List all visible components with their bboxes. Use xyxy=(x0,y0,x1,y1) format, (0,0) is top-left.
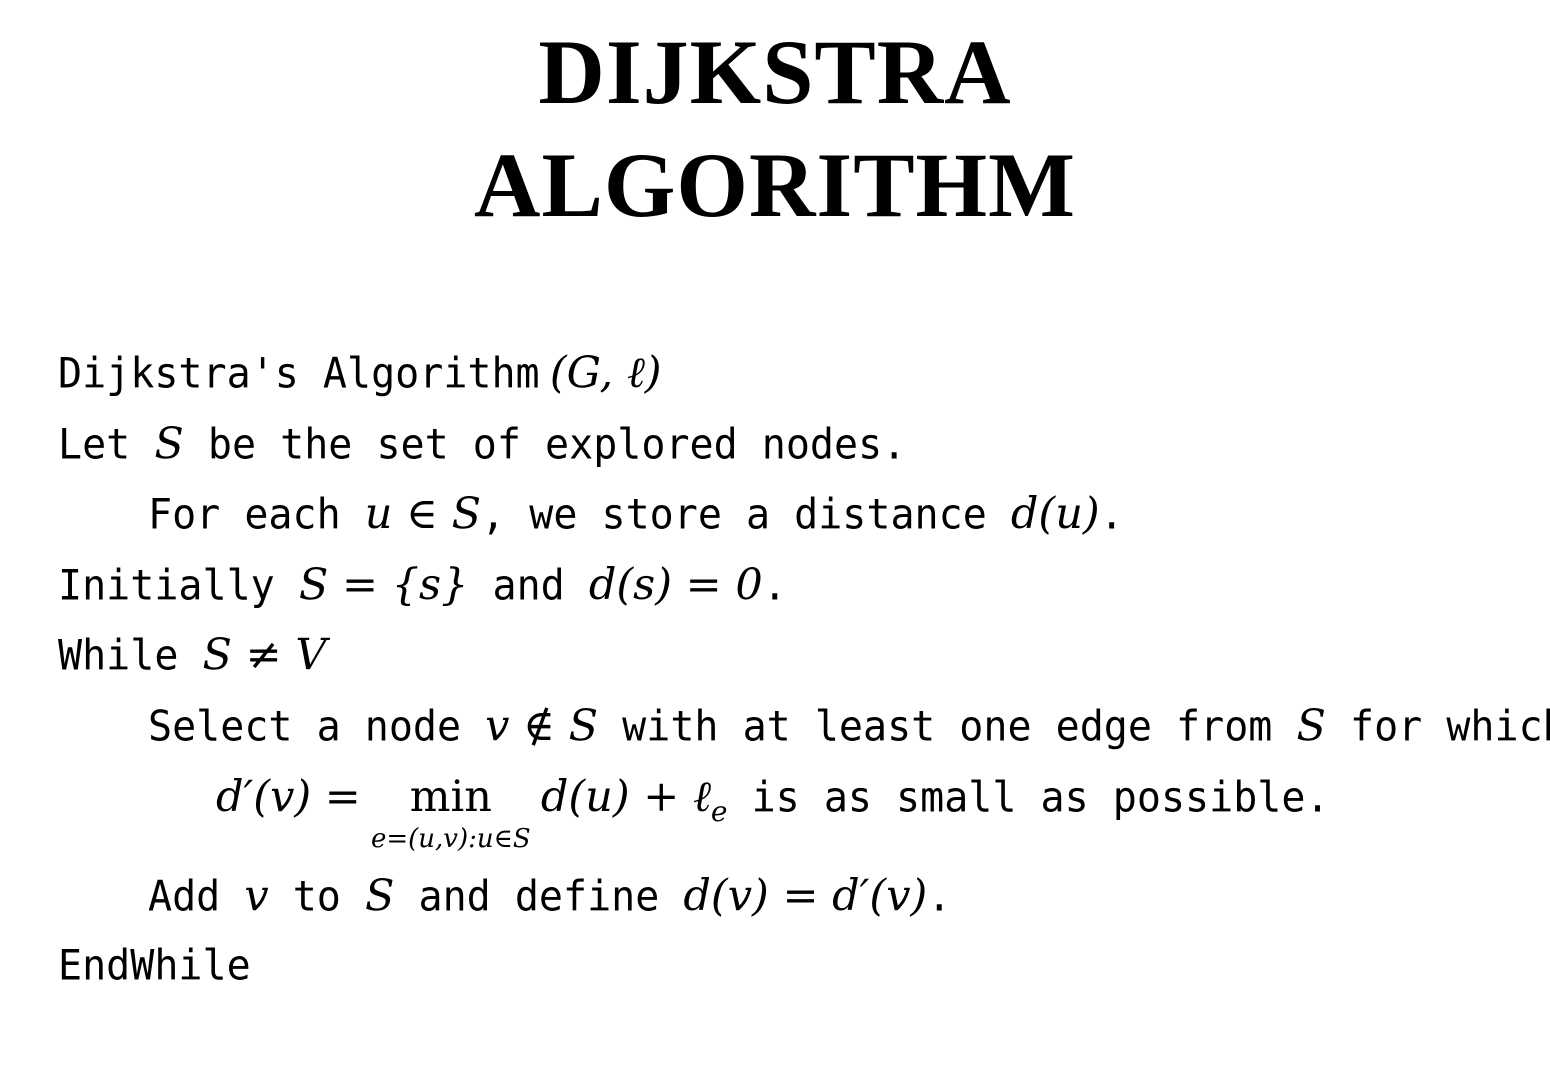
title-line-1: DIJKSTRA xyxy=(538,21,1012,123)
math: u ∈ S xyxy=(364,489,482,539)
text: and xyxy=(468,561,589,611)
math: S xyxy=(1296,701,1326,751)
min-text: min xyxy=(409,772,492,822)
header-math: (G, ℓ) xyxy=(549,348,662,398)
footer-text: EndWhile xyxy=(58,941,251,991)
math: v ∉ S xyxy=(485,701,599,751)
text: While xyxy=(58,631,203,681)
line-store-distance: For each u ∈ S, we store a distance d(u)… xyxy=(148,490,1124,540)
min-operator: min e=(u,v):u∈S xyxy=(361,776,541,853)
text: For each xyxy=(148,490,365,540)
algorithm-header: Dijkstra's Algorithm (G, ℓ) xyxy=(58,349,662,399)
text: . xyxy=(927,872,952,922)
math: d(u) + ℓ xyxy=(540,772,711,822)
line-min-formula: d′(v) = min e=(u,v):u∈S d(u) + ℓe is as sma… xyxy=(216,773,1330,853)
line-initially: Initially S = {s} and d(s) = 0. xyxy=(58,561,787,611)
text: . xyxy=(1099,490,1124,540)
header-text: Dijkstra's Algorithm xyxy=(58,349,540,399)
line-select-node: Select a node v ∉ S with at least one ed… xyxy=(148,702,1550,752)
math: v xyxy=(244,871,269,921)
math: S ≠ V xyxy=(202,630,327,680)
algorithm-footer: EndWhile xyxy=(58,941,251,991)
math: d(v) = d′(v) xyxy=(683,871,928,921)
math: d(u) xyxy=(1010,489,1100,539)
text: is as small as possible. xyxy=(727,773,1330,823)
text: Let xyxy=(58,420,155,470)
math: S = {s} xyxy=(298,560,469,610)
line-explored-set: Let S be the set of explored nodes. xyxy=(58,420,907,470)
subscript: e xyxy=(710,795,728,828)
math: d′(v) = xyxy=(216,772,361,822)
text: with at least one edge from xyxy=(598,702,1297,752)
math: d(s) = 0 xyxy=(588,560,763,610)
min-limits: e=(u,v):u∈S xyxy=(370,824,531,854)
text: be the set of explored nodes. xyxy=(183,420,907,470)
line-while: While S ≠ V xyxy=(58,631,326,681)
text: , we store a distance xyxy=(481,490,1011,540)
math: S xyxy=(364,871,395,921)
text: Add xyxy=(148,872,245,922)
text: and define xyxy=(394,872,684,922)
text: . xyxy=(762,561,787,611)
text: Select a node xyxy=(148,702,486,752)
title-line-2: ALGORITHM xyxy=(474,134,1076,236)
math: S xyxy=(154,419,184,469)
text: for which xyxy=(1325,702,1550,752)
line-add-node: Add v to S and define d(v) = d′(v). xyxy=(148,872,952,922)
text: to xyxy=(268,872,365,922)
text: Initially xyxy=(58,561,299,611)
